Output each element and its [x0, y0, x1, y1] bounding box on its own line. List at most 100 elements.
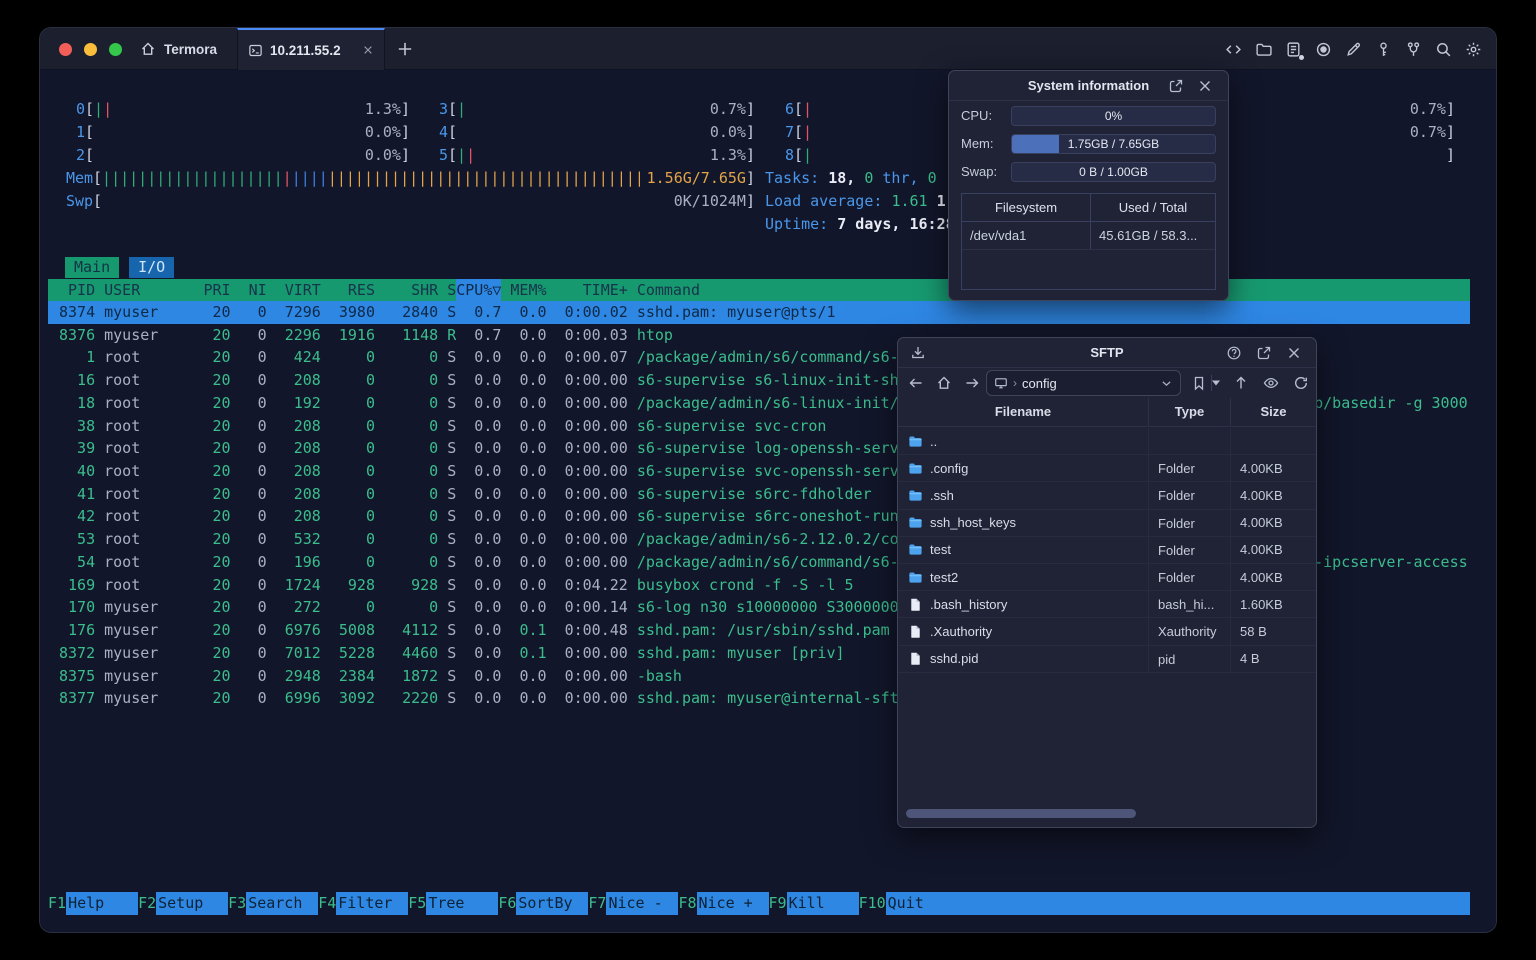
process-user: root: [104, 348, 141, 367]
process-row[interactable]: 8374 myuser 20 0 7296 3980 2840 S 0.7 0.0 0:00.02 s…: [48, 301, 1470, 324]
tab-ssh-session[interactable]: 10.211.55.2: [237, 28, 385, 70]
column-header-ni[interactable]: NI: [231, 279, 267, 301]
process-shr: 2220: [402, 689, 439, 708]
bookmark-caret-icon[interactable]: [1208, 371, 1224, 395]
column-header-time[interactable]: TIME+: [547, 279, 628, 301]
file-row[interactable]: ssh_host_keys Folder 4.00KB: [898, 509, 1316, 537]
swap-usage-bar: 0 B / 1.00GB: [1011, 162, 1216, 182]
file-row[interactable]: sshd.pid pid 4 B: [898, 645, 1316, 673]
chevron-down-icon[interactable]: [1160, 377, 1173, 390]
column-header-filesystem[interactable]: Filesystem: [962, 194, 1091, 221]
branch-icon[interactable]: [1405, 41, 1422, 58]
close-panel-icon[interactable]: [1197, 78, 1213, 94]
column-header-cpu[interactable]: CPU%▽: [456, 279, 502, 301]
file-row[interactable]: .Xauthority Xauthority 58 B: [898, 618, 1316, 646]
close-window-button[interactable]: [59, 43, 72, 56]
process-pri: 20: [212, 416, 231, 435]
filesystem-row[interactable]: /dev/vda1 45.61GB / 58.3...: [962, 222, 1215, 250]
fkey-action-setup[interactable]: Setup: [156, 892, 229, 915]
fkey-action-tree[interactable]: Tree: [426, 892, 499, 915]
app-home-button[interactable]: Termora: [140, 28, 217, 70]
file-name: sshd.pid: [898, 645, 1149, 672]
file-row[interactable]: ..: [898, 428, 1316, 456]
column-header-pid[interactable]: PID: [59, 279, 95, 301]
process-ni: 0: [257, 643, 267, 662]
process-res: 1916: [338, 325, 375, 344]
process-virt: 272: [293, 598, 321, 617]
key-icon[interactable]: [1375, 41, 1392, 58]
sftp-toolbar: › config: [898, 368, 1316, 398]
refresh-icon[interactable]: [1289, 371, 1313, 395]
process-cpu: 0.0: [474, 439, 502, 458]
open-in-window-icon[interactable]: [1168, 78, 1184, 94]
home-icon[interactable]: [932, 371, 956, 395]
swap-usage-row: Swap: 0 B / 1.00GB: [961, 162, 1216, 182]
process-time: 0:00.02: [564, 303, 628, 321]
computer-icon: [994, 376, 1008, 390]
close-panel-icon[interactable]: [1286, 345, 1302, 361]
process-virt: 208: [293, 371, 321, 390]
column-header-used-total[interactable]: Used / Total: [1091, 194, 1215, 221]
process-s: S: [447, 484, 457, 503]
file-row[interactable]: .ssh Folder 4.00KB: [898, 482, 1316, 510]
process-cpu: 0.0: [474, 371, 502, 390]
htop-tab-io[interactable]: I/O: [129, 257, 175, 278]
file-row[interactable]: .bash_history bash_hi... 1.60KB: [898, 591, 1316, 619]
cpu-gauge-label: 3: [438, 100, 448, 118]
column-header-filename[interactable]: Filename: [898, 398, 1149, 426]
show-hidden-eye-icon[interactable]: [1259, 371, 1283, 395]
file-row[interactable]: .config Folder 4.00KB: [898, 455, 1316, 483]
folder-icon: [908, 434, 923, 449]
zoom-window-button[interactable]: [109, 43, 122, 56]
close-tab-icon[interactable]: [362, 44, 374, 56]
column-header-pri[interactable]: PRI: [194, 279, 230, 301]
new-tab-button[interactable]: [396, 40, 414, 58]
column-header-size[interactable]: Size: [1231, 398, 1316, 426]
fkey-action-filter[interactable]: Filter: [336, 892, 409, 915]
process-s: S: [447, 552, 457, 571]
swp-meter-value: 0K/1024M: [673, 192, 746, 210]
record-icon[interactable]: [1315, 41, 1332, 58]
column-header-type[interactable]: Type: [1149, 398, 1231, 426]
fkey-action-help[interactable]: Help: [66, 892, 139, 915]
download-icon[interactable]: [910, 345, 926, 361]
settings-gear-icon[interactable]: [1465, 41, 1482, 58]
folder-icon[interactable]: [1255, 41, 1272, 58]
fkey-action-nice[interactable]: Nice -: [606, 892, 679, 915]
search-icon[interactable]: [1435, 41, 1452, 58]
process-shr: 0: [429, 462, 439, 481]
fkey-action-quit[interactable]: Quit: [885, 892, 1470, 915]
column-header-user[interactable]: USER: [95, 279, 194, 301]
code-icon[interactable]: [1225, 41, 1242, 58]
back-icon[interactable]: [904, 371, 928, 395]
file-row[interactable]: test2 Folder 4.00KB: [898, 563, 1316, 592]
help-icon[interactable]: [1226, 345, 1242, 361]
column-header-s[interactable]: S: [438, 279, 456, 301]
fkey-action-nice[interactable]: Nice +: [696, 892, 769, 915]
horizontal-scrollbar[interactable]: [906, 809, 1136, 818]
column-header-res[interactable]: RES: [321, 279, 375, 301]
column-header-virt[interactable]: VIRT: [267, 279, 321, 301]
process-pid: 16: [77, 371, 96, 390]
fkey-action-sortby[interactable]: SortBy: [516, 892, 589, 915]
notes-icon[interactable]: [1285, 41, 1304, 60]
process-ni: 0: [257, 507, 267, 526]
edit-icon[interactable]: [1345, 41, 1362, 58]
up-directory-icon[interactable]: [1229, 371, 1253, 395]
fkey-action-kill[interactable]: Kill: [786, 892, 859, 915]
process-pri: 20: [212, 666, 231, 685]
column-header-mem[interactable]: MEM%: [501, 279, 546, 301]
process-pid: 8375: [59, 666, 96, 685]
htop-tab-main[interactable]: Main: [65, 257, 120, 278]
process-cpu: 0.0: [474, 598, 502, 617]
column-header-shr[interactable]: SHR: [375, 279, 438, 301]
process-time: 0:00.00: [564, 393, 628, 412]
minimize-window-button[interactable]: [84, 43, 97, 56]
path-breadcrumb[interactable]: › config: [986, 370, 1181, 396]
system-info-titlebar: System information: [949, 71, 1228, 101]
open-in-window-icon[interactable]: [1256, 345, 1272, 361]
process-pri: 20: [212, 575, 231, 594]
file-row[interactable]: test Folder 4.00KB: [898, 536, 1316, 564]
forward-icon[interactable]: [960, 371, 984, 395]
fkey-action-search[interactable]: Search: [246, 892, 319, 915]
